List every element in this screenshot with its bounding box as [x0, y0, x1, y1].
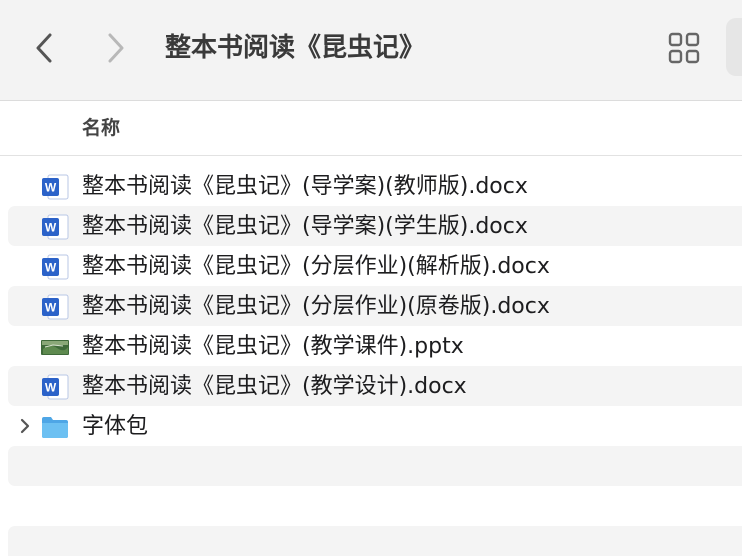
svg-text:W: W [45, 381, 57, 395]
svg-text:W: W [45, 181, 57, 195]
back-button[interactable] [24, 26, 64, 70]
folder-name: 字体包 [82, 414, 149, 439]
word-doc-icon: W [42, 214, 69, 240]
grid-view-icon [668, 32, 700, 64]
empty-row [8, 526, 742, 556]
folder-icon [42, 417, 68, 438]
file-row[interactable]: W 整本书阅读《昆虫记》(分层作业)(原卷版).docx [8, 286, 742, 326]
file-name: 整本书阅读《昆虫记》(导学案)(学生版).docx [82, 214, 528, 239]
chevron-left-icon [36, 33, 52, 63]
empty-row [8, 446, 742, 486]
file-name: 整本书阅读《昆虫记》(教学设计).docx [82, 374, 467, 399]
toolbar-button-edge[interactable] [726, 18, 742, 76]
chevron-right-icon [108, 33, 124, 63]
file-name: 整本书阅读《昆虫记》(分层作业)(原卷版).docx [82, 294, 550, 319]
forward-button[interactable] [96, 26, 136, 70]
word-doc-icon: W [42, 374, 69, 400]
column-header-row: 名称 [0, 101, 742, 156]
word-doc-icon: W [42, 174, 69, 200]
file-row[interactable]: 整本书阅读《昆虫记》(教学课件).pptx [8, 326, 742, 366]
file-row[interactable]: W 整本书阅读《昆虫记》(教学设计).docx [8, 366, 742, 406]
pptx-thumbnail-icon [41, 340, 69, 355]
word-doc-icon: W [42, 294, 69, 320]
word-doc-icon: W [42, 254, 69, 280]
folder-row[interactable]: 字体包 [8, 406, 742, 446]
file-row[interactable]: W 整本书阅读《昆虫记》(导学案)(教师版).docx [8, 166, 742, 206]
svg-text:W: W [45, 301, 57, 315]
file-row[interactable]: W 整本书阅读《昆虫记》(分层作业)(解析版).docx [8, 246, 742, 286]
column-header-name[interactable]: 名称 [82, 117, 120, 139]
window-title: 整本书阅读《昆虫记》 [165, 33, 426, 63]
view-mode-button[interactable] [664, 28, 704, 68]
file-name: 整本书阅读《昆虫记》(分层作业)(解析版).docx [82, 254, 550, 279]
svg-text:W: W [45, 221, 57, 235]
toolbar: 整本书阅读《昆虫记》 [0, 0, 742, 101]
file-list: W 整本书阅读《昆虫记》(导学案)(教师版).docx W 整本书阅读《昆虫记》… [8, 166, 742, 486]
svg-text:W: W [45, 261, 57, 275]
file-row[interactable]: W 整本书阅读《昆虫记》(导学案)(学生版).docx [8, 206, 742, 246]
file-name: 整本书阅读《昆虫记》(导学案)(教师版).docx [82, 174, 528, 199]
disclosure-triangle-icon[interactable] [18, 418, 32, 434]
file-name: 整本书阅读《昆虫记》(教学课件).pptx [82, 334, 464, 359]
